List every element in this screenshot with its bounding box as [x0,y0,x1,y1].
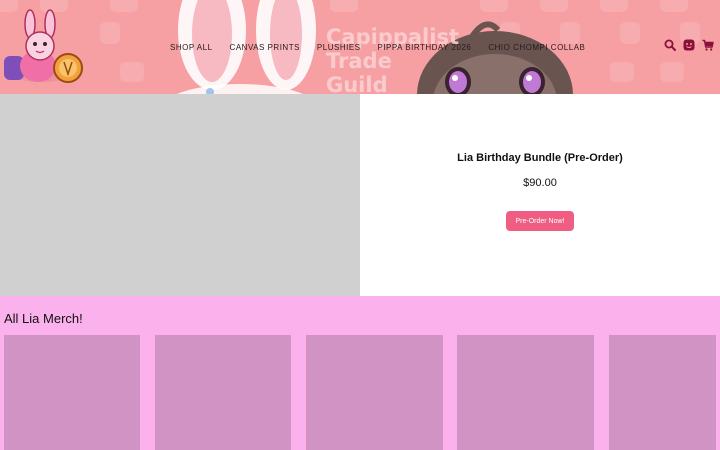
product-image-placeholder[interactable] [0,94,360,296]
merch-section-title: All Lia Merch! [4,311,83,326]
header-actions [664,39,714,51]
account-icon[interactable] [683,39,695,51]
product-title: Lia Birthday Bundle (Pre-Order) [457,152,623,164]
nav-canvas-prints[interactable]: CANVAS PRINTS [230,43,300,52]
nav-plushies[interactable]: PLUSHIES [317,43,361,52]
store-logo[interactable] [2,8,88,86]
merch-card[interactable] [457,335,594,450]
merch-card[interactable] [609,335,716,450]
search-icon[interactable] [664,39,676,51]
merch-section: All Lia Merch! [0,296,720,450]
preorder-button[interactable]: Pre-Order Now! [506,211,574,231]
banner-text-line-3: Guild [326,73,388,94]
merch-card[interactable] [4,335,140,450]
nav-chio-chompi-collab[interactable]: CHIO CHOMPI COLLAB [488,43,585,52]
nav-shop-all[interactable]: SHOP ALL [170,43,213,52]
site-header: Capippalist Trade Guild SHOP ALL CANVAS … [0,0,720,94]
merch-card[interactable] [155,335,291,450]
cart-icon[interactable] [702,39,714,51]
merch-card[interactable] [306,335,443,450]
product-price: $90.00 [523,177,557,189]
main-nav: SHOP ALL CANVAS PRINTS PLUSHIES PIPPA BI… [170,40,585,54]
nav-pippa-birthday[interactable]: PIPPA BIRTHDAY 2026 [378,43,472,52]
product-info-panel: Lia Birthday Bundle (Pre-Order) $90.00 P… [360,94,720,296]
